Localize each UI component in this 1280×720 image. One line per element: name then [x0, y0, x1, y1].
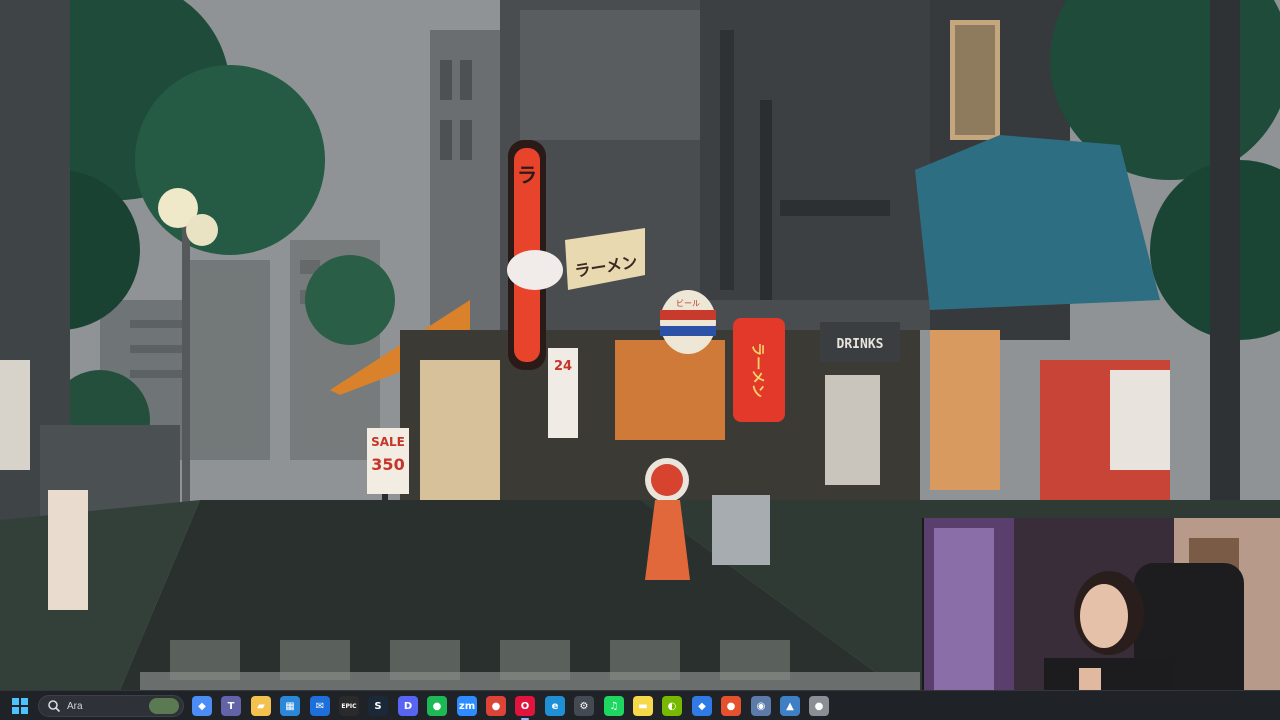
mail-icon[interactable]: ✉	[310, 696, 330, 716]
app-red-icon[interactable]: ●	[721, 696, 741, 716]
zoom-icon[interactable]: zm	[457, 696, 477, 716]
sale-sign-number: 350	[371, 455, 404, 474]
app-blue-icon[interactable]: ◆	[692, 696, 712, 716]
epic-games-icon[interactable]: EPIC	[339, 696, 359, 716]
beer-lantern-sign: ビール	[676, 299, 700, 308]
spotify-icon[interactable]: ♫	[604, 696, 624, 716]
copilot-icon[interactable]: ◆	[192, 696, 212, 716]
sticky-notes-icon[interactable]: ▬	[633, 696, 653, 716]
edge-icon[interactable]: e	[545, 696, 565, 716]
search-highlight-icon	[149, 698, 179, 714]
sale-sign-label: SALE	[371, 435, 405, 449]
search-icon	[48, 700, 61, 713]
photos-icon[interactable]: ▲	[780, 696, 800, 716]
app-green-icon[interactable]: ●	[427, 696, 447, 716]
file-explorer-icon[interactable]: ▰	[251, 696, 271, 716]
taskbar: Ara ◆ T ▰ ▦ ✉ EPIC S D ● zm ● Oe ⚙ ♫ ▬ ◐ ◆ ● ◉ ▲ ●	[0, 690, 1280, 720]
search-box[interactable]: Ara	[38, 695, 184, 717]
start-button[interactable]	[10, 696, 30, 716]
neon-vertical-sign: ラ	[517, 163, 537, 187]
steam-icon[interactable]: S	[368, 696, 388, 716]
nvidia-icon[interactable]: ◐	[662, 696, 682, 716]
notification-app-icon[interactable]: ●	[809, 696, 829, 716]
settings-icon[interactable]: ⚙	[574, 696, 594, 716]
discord-icon[interactable]: D	[398, 696, 418, 716]
store-icon[interactable]: ▦	[280, 696, 300, 716]
drinks-sign: DRINKS	[837, 337, 884, 352]
teams-icon[interactable]: T	[221, 696, 241, 716]
open-24-sign: 24	[554, 359, 572, 374]
chrome-icon[interactable]: ●	[486, 696, 506, 716]
opera-gx-icon[interactable]: O	[515, 696, 535, 720]
ramen-lantern-sign: ラーメン	[749, 342, 765, 397]
search-placeholder: Ara	[67, 700, 83, 712]
windows-logo-icon	[12, 698, 28, 714]
app-gray-icon[interactable]: ◉	[751, 696, 771, 716]
